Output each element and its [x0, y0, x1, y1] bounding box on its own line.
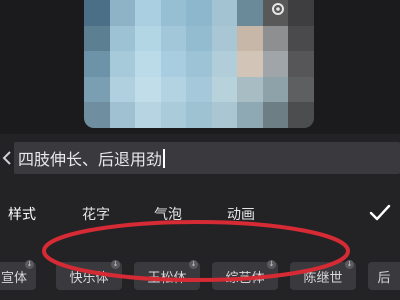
font-list: 宣体 ↓ 快乐体 ↓ 玉松体 ↓ 综艺体 ↓ 陈继世 ↓ 后	[0, 258, 400, 294]
pixel-block	[160, 76, 187, 103]
pixel-block	[288, 102, 314, 128]
font-chip-1[interactable]: 快乐体 ↓	[56, 260, 122, 290]
download-icon: ↓	[111, 260, 120, 269]
font-chip-2[interactable]: 玉松体 ↓	[134, 260, 200, 290]
font-label: 后	[377, 270, 391, 286]
pixel-block	[160, 25, 187, 52]
pixel-block	[186, 51, 212, 77]
font-chip-5[interactable]: 后	[368, 262, 400, 290]
pixel-block	[262, 102, 289, 128]
gear-shape	[272, 3, 284, 15]
pixel-block	[84, 76, 110, 103]
pixel-block	[84, 0, 110, 26]
pixel-block	[186, 25, 212, 52]
pixel-block	[288, 76, 314, 103]
download-icon: ↓	[267, 260, 276, 269]
pixel-block	[135, 102, 161, 128]
pixel-block	[288, 51, 314, 77]
pixel-block	[262, 25, 289, 52]
font-chip-0[interactable]: 宣体 ↓	[0, 260, 36, 290]
pixel-block	[211, 25, 238, 52]
text-caret	[163, 148, 166, 168]
tab-fancy-text[interactable]: 花字	[82, 204, 110, 224]
pixel-block	[262, 51, 289, 77]
subtitle-text-input[interactable]: 四肢伸长、后退用劲	[14, 142, 400, 174]
tab-animation[interactable]: 动画	[227, 204, 255, 224]
font-label: 快乐体	[69, 270, 109, 286]
pixel-block	[211, 0, 238, 26]
download-icon: ↓	[189, 260, 198, 269]
pixel-block	[237, 25, 263, 52]
settings-icon[interactable]	[258, 0, 298, 22]
font-chip-3[interactable]: 综艺体 ↓	[212, 260, 278, 290]
pixel-block	[84, 25, 110, 52]
pixel-block	[186, 102, 212, 128]
pixel-block	[109, 102, 136, 128]
style-tabs: 样式 花字 气泡 动画	[0, 200, 400, 228]
pixel-block	[211, 102, 238, 128]
pixel-block	[160, 51, 187, 77]
pixel-block	[135, 51, 161, 77]
download-icon: ↓	[25, 260, 34, 269]
pixel-block	[262, 76, 289, 103]
text-input-row: 四肢伸长、后退用劲	[0, 140, 400, 176]
pixel-block	[288, 25, 314, 52]
pixel-block	[186, 76, 212, 103]
tab-bubble[interactable]: 气泡	[154, 204, 182, 224]
subtitle-text-value: 四肢伸长、后退用劲	[18, 150, 163, 169]
font-label: 陈继世	[303, 270, 343, 286]
confirm-check-icon[interactable]	[368, 201, 392, 225]
download-icon: ↓	[345, 260, 354, 269]
pixel-block	[160, 0, 187, 26]
pixel-block	[237, 76, 263, 103]
video-preview	[0, 0, 400, 134]
pixel-block	[237, 102, 263, 128]
pixel-block	[109, 76, 136, 103]
pixel-block	[211, 51, 238, 77]
pixel-block	[109, 25, 136, 52]
pixel-block	[84, 51, 110, 77]
pixel-block	[211, 76, 238, 103]
pixel-block	[109, 51, 136, 77]
font-chip-4[interactable]: 陈继世 ↓	[290, 260, 356, 290]
text-editor-panel: 四肢伸长、后退用劲 样式 花字 气泡 动画 宣体 ↓ 快乐体 ↓ 玉松体 ↓ 综…	[0, 134, 400, 300]
pixel-block	[186, 0, 212, 26]
font-label: 宣体	[0, 270, 27, 286]
back-chevron-icon[interactable]	[0, 140, 14, 176]
pixel-block	[160, 102, 187, 128]
pixel-block	[237, 51, 263, 77]
pixel-block	[84, 102, 110, 128]
tab-style[interactable]: 样式	[8, 204, 36, 224]
pixel-block	[109, 0, 136, 26]
pixel-block	[135, 76, 161, 103]
font-label: 综艺体	[225, 270, 265, 286]
font-label: 玉松体	[147, 270, 187, 286]
pixel-block	[135, 25, 161, 52]
pixel-block	[135, 0, 161, 26]
